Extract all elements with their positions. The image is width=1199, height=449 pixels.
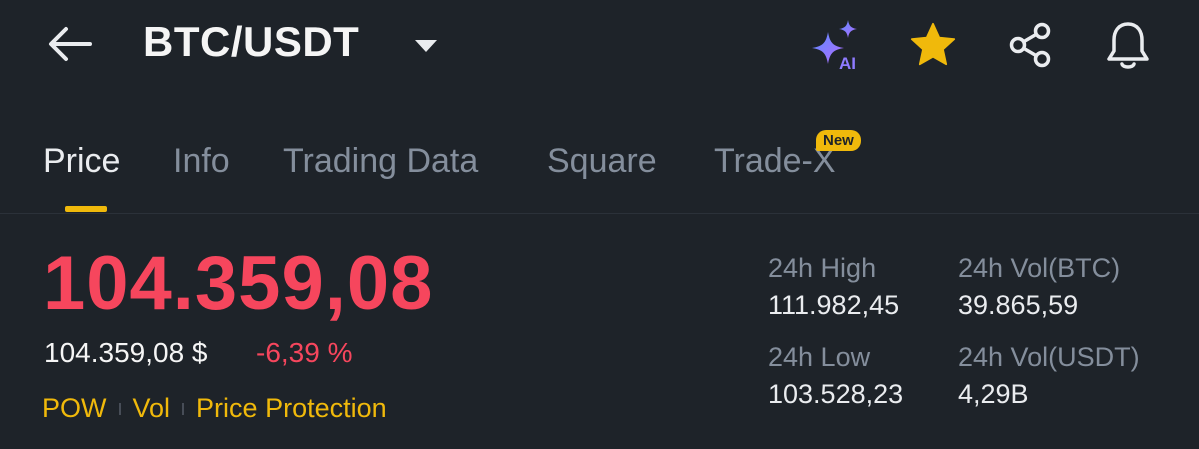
tag-separator [182,402,185,415]
tag-pow[interactable]: POW [42,393,107,424]
low-label: 24h Low [768,342,871,372]
pair-title[interactable]: BTC/USDT [143,18,359,66]
active-tab-indicator [65,206,107,212]
high-value: 111.982,45 [768,290,900,320]
bell-icon [1107,22,1149,69]
vol-base-value: 39.865,59 [958,290,1079,320]
back-button[interactable] [44,24,96,64]
tab-price[interactable]: Price [43,142,120,181]
high-label: 24h High [768,253,877,283]
tag-separator [118,402,121,415]
price-change-percent: -6,39 % [256,337,353,368]
share-icon [1009,22,1051,68]
tab-trading-data[interactable]: Trading Data [283,142,478,181]
last-price: 104.359,08 [43,241,434,326]
ai-sparkle-icon: AI [812,20,857,73]
ai-label: AI [839,54,856,73]
low-value: 103.528,23 [768,379,904,409]
share-button[interactable] [1002,16,1060,74]
vol-quote-value: 4,29B [958,379,1029,409]
tab-info[interactable]: Info [173,142,230,181]
usd-price: 104.359,08 $ [44,337,208,368]
alert-button[interactable] [1099,16,1157,74]
vol-base-label: 24h Vol(BTC) [958,253,1121,283]
ai-button[interactable]: AI [808,16,866,74]
tab-square[interactable]: Square [547,142,657,181]
vol-quote-label: 24h Vol(USDT) [958,342,1140,372]
tab-bar: Price Info Trading Data Square Trade-X [0,120,1199,213]
tag-price-protection[interactable]: Price Protection [196,393,387,424]
divider [0,213,1199,214]
back-arrow-icon [49,27,92,61]
tag-vol[interactable]: Vol [133,393,171,424]
star-icon [910,22,956,66]
caret-down-icon [415,40,437,52]
pair-selector[interactable] [412,36,440,56]
favorite-button[interactable] [904,16,962,74]
top-bar: BTC/USDT AI [0,0,1199,90]
tag-list: POW Vol Price Protection [42,393,387,424]
new-badge: New [816,130,861,151]
